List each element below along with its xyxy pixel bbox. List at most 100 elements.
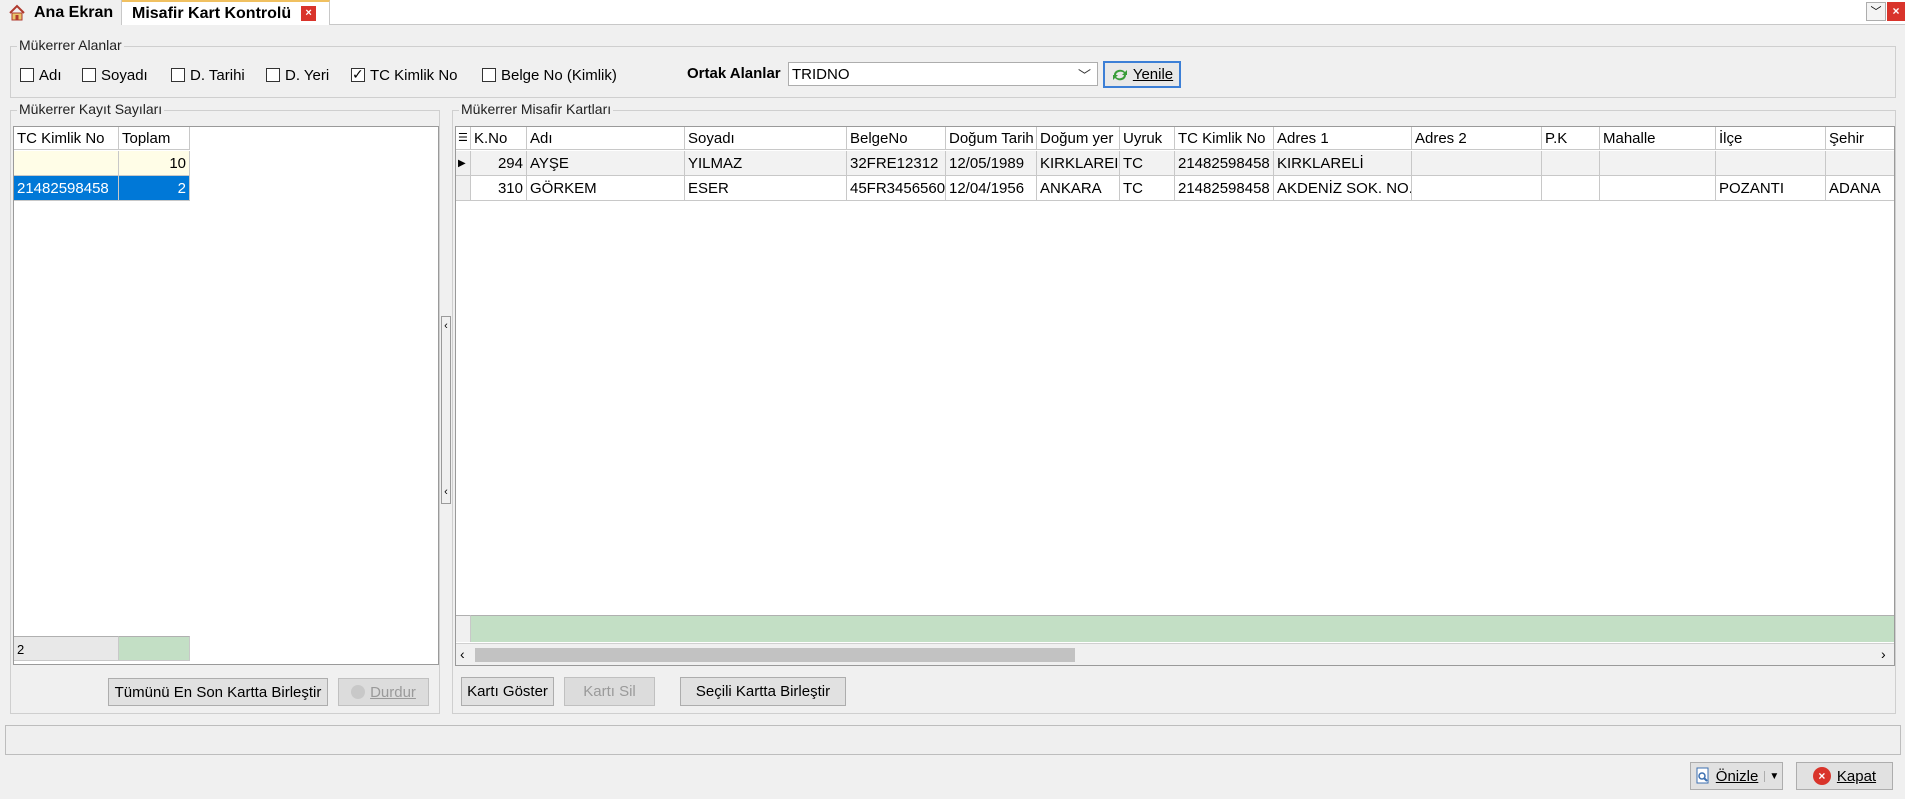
refresh-label: Yenile	[1132, 66, 1174, 83]
close-label: Kapat	[1836, 767, 1877, 785]
column-chooser-icon[interactable]: ☰	[456, 127, 471, 150]
table-cell[interactable]	[1600, 151, 1716, 176]
table-cell[interactable]: 21482598458	[1175, 176, 1274, 201]
checkbox-box[interactable]	[266, 68, 280, 82]
table-cell[interactable]	[1542, 151, 1600, 176]
table-cell[interactable]: 45FR3456560	[847, 176, 946, 201]
column-header-adres2[interactable]: Adres 2	[1412, 127, 1542, 150]
table-cell[interactable]: TC	[1120, 176, 1175, 201]
checkbox-soyadi[interactable]: Soyadı	[82, 65, 148, 85]
row-indicator-icon[interactable]: ▶	[456, 151, 471, 176]
checkbox-adi[interactable]: Adı	[20, 65, 62, 85]
preview-button[interactable]: Önizle ▼	[1690, 762, 1783, 790]
checkbox-box[interactable]	[171, 68, 185, 82]
horizontal-scrollbar[interactable]: ‹ ›	[456, 643, 1894, 665]
table-cell[interactable]	[1412, 176, 1542, 201]
status-bar	[5, 725, 1901, 755]
checkbox-tc-kimlik-no[interactable]: TC Kimlik No	[351, 65, 458, 85]
table-cell[interactable]	[1600, 176, 1716, 201]
preview-label: Önizle	[1715, 767, 1759, 785]
tab-misafir-kart-kontrolu[interactable]: Misafir Kart Kontrolü ×	[122, 0, 330, 25]
table-cell[interactable]: AYŞE	[527, 151, 685, 176]
column-header-dogum-tarih[interactable]: Doğum Tarih	[946, 127, 1037, 150]
table-cell[interactable]	[1716, 151, 1826, 176]
table-cell[interactable]: ADANA	[1826, 176, 1894, 201]
refresh-button[interactable]: Yenile	[1103, 61, 1181, 88]
row-indicator[interactable]	[456, 176, 471, 201]
checkbox-d-tarihi[interactable]: D. Tarihi	[171, 65, 245, 85]
column-header-mahalle[interactable]: Mahalle	[1600, 127, 1716, 150]
table-cell[interactable]: TC	[1120, 151, 1175, 176]
scroll-left-icon[interactable]: ‹	[460, 646, 465, 662]
collapse-left-icon[interactable]: ‹	[442, 485, 450, 499]
close-button[interactable]: × Kapat	[1796, 762, 1893, 790]
tab-active-label: Misafir Kart Kontrolü	[132, 4, 292, 22]
tab-home[interactable]: Ana Ekran	[0, 0, 122, 25]
column-header-belgeno[interactable]: BelgeNo	[847, 127, 946, 150]
delete-card-button[interactable]: Kartı Sil	[564, 677, 655, 706]
collapse-left-icon[interactable]: ‹	[442, 319, 450, 333]
column-header-sehir[interactable]: Şehir	[1826, 127, 1894, 150]
common-fields-value: TRIDNO	[792, 65, 850, 83]
checkbox-box[interactable]	[20, 68, 34, 82]
stop-button[interactable]: Durdur	[338, 678, 429, 706]
column-header-toplam[interactable]: Toplam	[119, 127, 190, 150]
checkbox-belge-no[interactable]: Belge No (Kimlik)	[482, 65, 617, 85]
footer-summary-row	[471, 615, 1894, 642]
column-header-tc[interactable]: TC Kimlik No	[14, 127, 119, 150]
common-fields-select[interactable]: TRIDNO ﹀	[788, 62, 1098, 86]
window-dropdown-button[interactable]: ﹀	[1866, 2, 1886, 21]
table-cell[interactable]: 12/04/1956	[946, 176, 1037, 201]
table-cell[interactable]: KIRKLAREI	[1037, 151, 1120, 176]
column-header-adi[interactable]: Adı	[527, 127, 685, 150]
scrollbar-thumb[interactable]	[475, 648, 1075, 662]
duplicate-counts-grid[interactable]: TC Kimlik No Toplam 10 21482598458 2 2	[13, 126, 439, 665]
checkbox-box[interactable]	[82, 68, 96, 82]
table-cell[interactable]: 32FRE12312	[847, 151, 946, 176]
table-cell[interactable]: YILMAZ	[685, 151, 847, 176]
table-cell[interactable]	[1542, 176, 1600, 201]
total-row-tc	[14, 151, 119, 176]
column-header-dogum-yeri[interactable]: Doğum yer	[1037, 127, 1120, 150]
table-cell[interactable]: AKDENİZ SOK. NO.	[1274, 176, 1412, 201]
tab-close-icon[interactable]: ×	[301, 6, 317, 21]
total-row-toplam: 10	[119, 151, 190, 176]
table-cell[interactable]: 294	[471, 151, 527, 176]
checkbox-box[interactable]	[482, 68, 496, 82]
column-header-ilce[interactable]: İlçe	[1716, 127, 1826, 150]
checkbox-d-yeri[interactable]: D. Yeri	[266, 65, 329, 85]
column-header-tc[interactable]: TC Kimlik No	[1175, 127, 1274, 150]
common-fields-label: Ortak Alanlar	[687, 65, 781, 82]
checkbox-box-checked[interactable]	[351, 65, 365, 83]
table-row-toplam[interactable]: 2	[119, 176, 190, 201]
table-row-tc[interactable]: 21482598458	[14, 176, 119, 201]
table-cell[interactable]	[1826, 151, 1894, 176]
checkbox-label: Belge No (Kimlik)	[501, 66, 617, 84]
window-close-button[interactable]: ×	[1887, 2, 1905, 21]
checkbox-label: D. Tarihi	[190, 66, 245, 84]
table-cell[interactable]: KIRKLARELİ	[1274, 151, 1412, 176]
column-header-adres1[interactable]: Adres 1	[1274, 127, 1412, 150]
merge-selected-button[interactable]: Seçili Kartta Birleştir	[680, 677, 846, 706]
table-cell[interactable]: ANKARA	[1037, 176, 1120, 201]
table-cell[interactable]: 12/05/1989	[946, 151, 1037, 176]
column-header-pk[interactable]: P.K	[1542, 127, 1600, 150]
panel-splitter[interactable]: ‹ ‹	[441, 316, 451, 504]
table-cell[interactable]: POZANTI	[1716, 176, 1826, 201]
table-cell[interactable]	[1412, 151, 1542, 176]
duplicate-cards-grid[interactable]: ☰ K.No Adı Soyadı BelgeNo Doğum Tarih Do…	[455, 126, 1895, 666]
table-cell[interactable]: ESER	[685, 176, 847, 201]
merge-all-button[interactable]: Tümünü En Son Kartta Birleştir	[108, 678, 328, 706]
scroll-right-icon[interactable]: ›	[1881, 646, 1886, 662]
checkbox-label: D. Yeri	[285, 66, 330, 84]
footer-indicator-cell	[456, 615, 471, 642]
table-cell[interactable]: 310	[471, 176, 527, 201]
column-header-soyadi[interactable]: Soyadı	[685, 127, 847, 150]
table-cell[interactable]: GÖRKEM	[527, 176, 685, 201]
stop-icon	[351, 685, 366, 699]
column-header-uyruk[interactable]: Uyruk	[1120, 127, 1175, 150]
preview-dropdown-icon[interactable]: ▼	[1764, 770, 1779, 782]
column-header-kno[interactable]: K.No	[471, 127, 527, 150]
table-cell[interactable]: 21482598458	[1175, 151, 1274, 176]
show-card-button[interactable]: Kartı Göster	[461, 677, 554, 706]
